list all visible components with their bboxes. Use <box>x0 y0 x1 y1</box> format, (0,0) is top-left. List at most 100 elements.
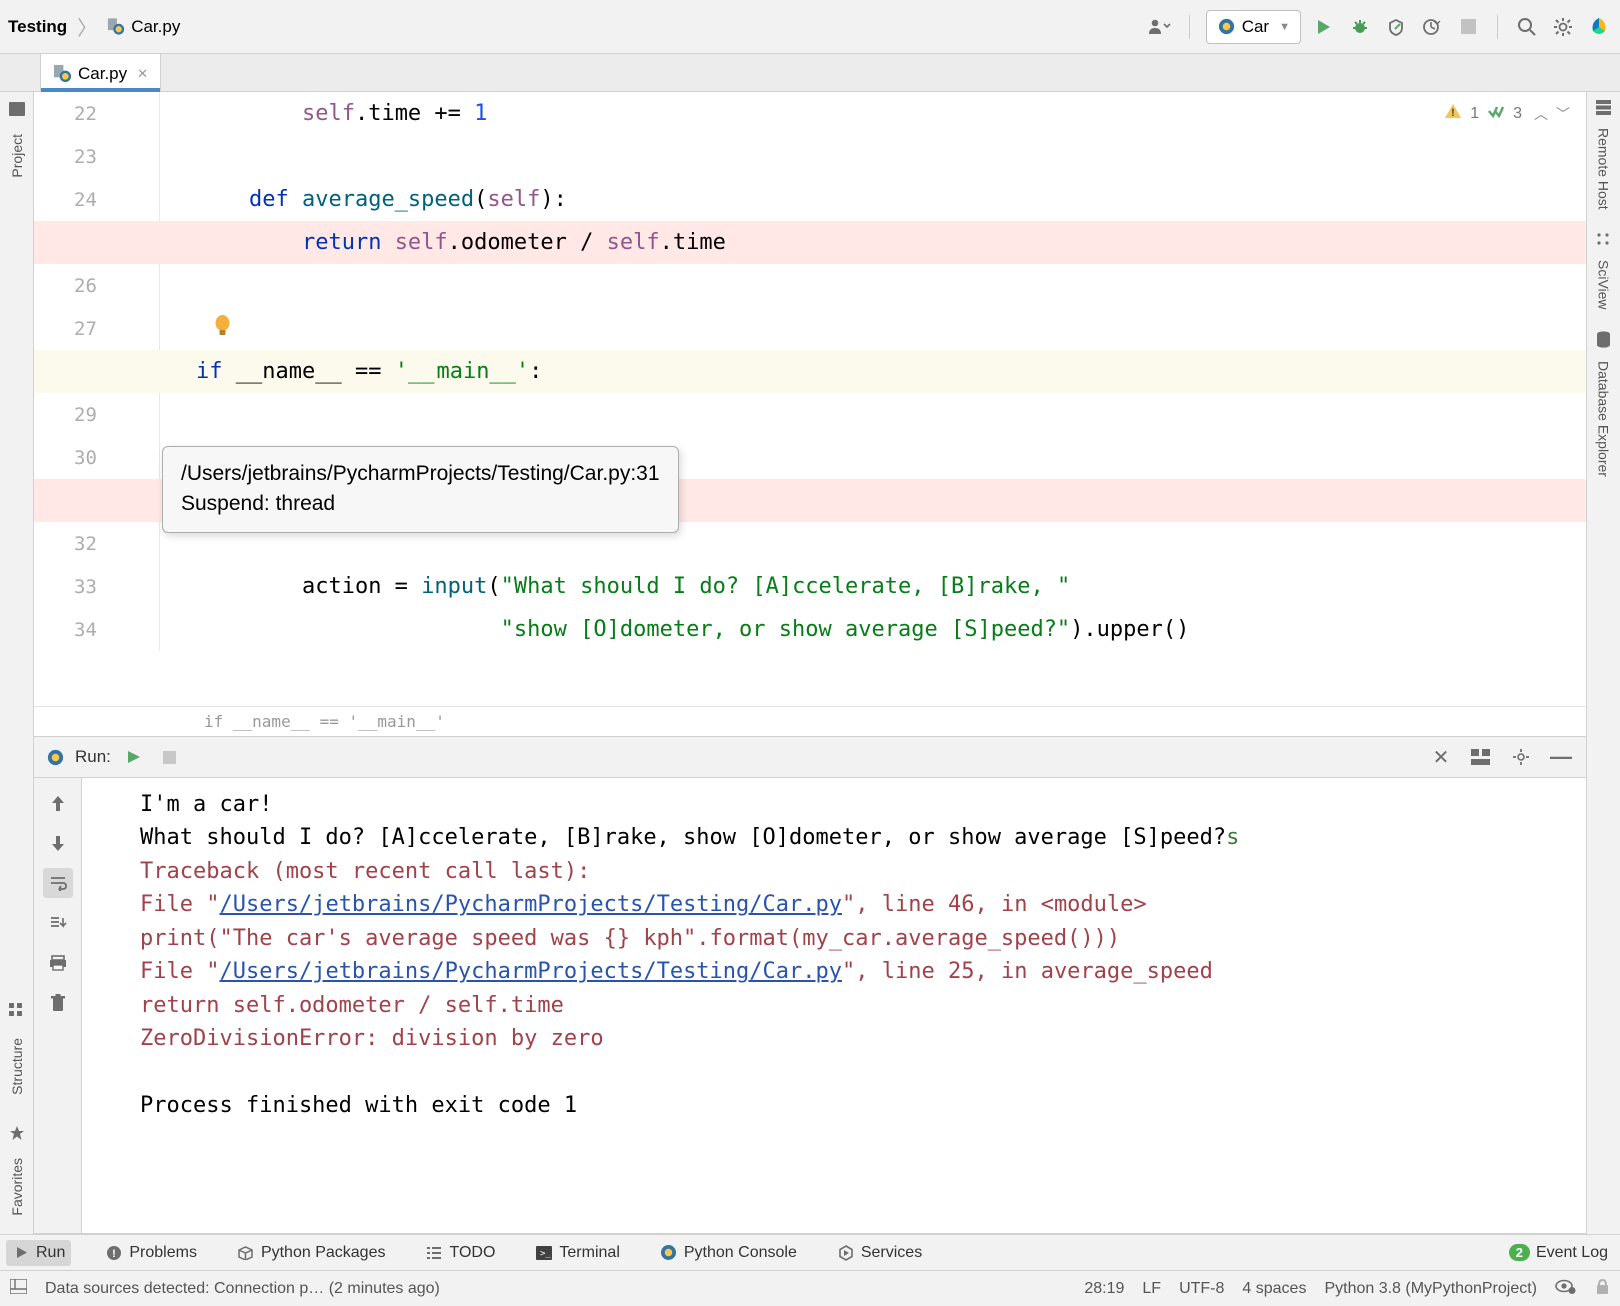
editor-tabs: Car.py ✕ <box>0 54 1620 92</box>
favorites-icon[interactable] <box>8 1124 26 1142</box>
run-configuration-dropdown[interactable]: Car ▼ <box>1206 10 1301 44</box>
close-icon[interactable]: ✕ <box>137 66 148 82</box>
lock-icon[interactable] <box>1595 1278 1610 1300</box>
stop-run-button[interactable] <box>157 744 183 770</box>
run-tool-body: I'm a car! What should I do? [A]ccelerat… <box>34 778 1586 1234</box>
sciview-icon[interactable] <box>1596 232 1611 250</box>
console-traceback: Traceback (most recent call last): <box>140 855 1570 888</box>
soft-wrap-icon[interactable] <box>43 868 73 898</box>
run-title: Run: <box>75 747 111 767</box>
run-icon <box>12 1244 30 1262</box>
run-tab[interactable]: Run <box>6 1240 71 1266</box>
console-line: File "/Users/jetbrains/PycharmProjects/T… <box>140 955 1570 988</box>
remote-host-tool-button[interactable]: Remote Host <box>1596 122 1612 216</box>
project-icon[interactable] <box>8 100 26 118</box>
line-separator[interactable]: LF <box>1142 1280 1161 1298</box>
status-bar: Data sources detected: Connection p… (2 … <box>0 1270 1620 1306</box>
console-line <box>140 1056 1570 1089</box>
python-file-icon <box>107 18 125 36</box>
sciview-tool-button[interactable]: SciView <box>1596 254 1612 316</box>
terminal-tab[interactable]: >_Terminal <box>529 1240 625 1266</box>
favorites-tool-button[interactable]: Favorites <box>9 1150 25 1224</box>
breadcrumb-code-text: if __name__ == '__main__' <box>204 712 445 731</box>
database-tool-button[interactable]: Database Explorer <box>1596 355 1612 483</box>
rerun-button[interactable] <box>121 744 147 770</box>
down-arrow-icon[interactable] <box>43 828 73 858</box>
separator <box>1189 15 1190 39</box>
code-area[interactable]: self.time += 1 def average_speed(self): … <box>196 92 1586 651</box>
trash-icon[interactable] <box>43 988 73 1018</box>
python-console-tab[interactable]: Python Console <box>654 1240 803 1266</box>
todo-icon <box>425 1244 443 1262</box>
print-icon[interactable] <box>43 948 73 978</box>
structure-icon[interactable] <box>8 1002 26 1020</box>
debug-button[interactable] <box>1347 14 1373 40</box>
console-line: I'm a car! <box>140 788 1570 821</box>
file-tab-car[interactable]: Car.py ✕ <box>40 53 161 91</box>
console-error: ZeroDivisionError: division by zero <box>140 1022 1570 1055</box>
terminal-icon: >_ <box>535 1244 553 1262</box>
console-output[interactable]: I'm a car! What should I do? [A]ccelerat… <box>82 778 1586 1233</box>
interpreter[interactable]: Python 3.8 (MyPythonProject) <box>1324 1280 1537 1298</box>
scroll-to-end-icon[interactable] <box>43 908 73 938</box>
coverage-button[interactable] <box>1383 14 1409 40</box>
search-icon[interactable] <box>1514 14 1540 40</box>
navigation-bar: Testing 〉 Car.py Car ▼ <box>0 0 1620 54</box>
encoding[interactable]: UTF-8 <box>1179 1280 1224 1298</box>
file-link[interactable]: /Users/jetbrains/PycharmProjects/Testing… <box>219 892 842 917</box>
minimize-panel-icon[interactable]: — <box>1548 744 1574 770</box>
profile-button[interactable] <box>1419 14 1445 40</box>
packages-icon <box>237 1244 255 1262</box>
python-console-icon <box>660 1244 678 1262</box>
settings-panel-icon[interactable] <box>1508 744 1534 770</box>
event-log-tab[interactable]: 2Event Log <box>1503 1240 1614 1266</box>
settings-icon[interactable] <box>1550 14 1576 40</box>
services-tab[interactable]: Services <box>831 1240 928 1266</box>
problems-tab[interactable]: !Problems <box>99 1240 203 1266</box>
event-badge: 2 <box>1509 1244 1530 1261</box>
chevron-down-icon: ▼ <box>1279 21 1290 33</box>
packages-tab[interactable]: Python Packages <box>231 1240 392 1266</box>
database-icon[interactable] <box>1596 331 1611 351</box>
remote-host-icon[interactable] <box>1596 100 1611 118</box>
breakpoint-tooltip: /Users/jetbrains/PycharmProjects/Testing… <box>162 446 679 533</box>
caret-position[interactable]: 28:19 <box>1084 1280 1124 1298</box>
status-message[interactable]: Data sources detected: Connection p… (2 … <box>45 1280 440 1298</box>
tooltip-path: /Users/jetbrains/PycharmProjects/Testing… <box>181 459 660 489</box>
run-tool-header: Run: ✕ — <box>34 736 1586 778</box>
up-arrow-icon[interactable] <box>43 788 73 818</box>
console-line: What should I do? [A]ccelerate, [B]rake,… <box>140 821 1570 854</box>
console-line: return self.odometer / self.time <box>140 989 1570 1022</box>
editor-breadcrumb[interactable]: if __name__ == '__main__' <box>34 706 1586 736</box>
file-link[interactable]: /Users/jetbrains/PycharmProjects/Testing… <box>219 959 842 984</box>
inspection-eye-icon[interactable] <box>1555 1278 1577 1299</box>
svg-text:>_: >_ <box>540 1249 551 1259</box>
tooltip-suspend: Suspend: thread <box>181 489 660 519</box>
left-tool-stripe: Project Structure Favorites <box>0 92 34 1234</box>
project-tool-button[interactable]: Project <box>9 126 25 186</box>
services-icon <box>837 1244 855 1262</box>
close-panel-icon[interactable]: ✕ <box>1428 744 1454 770</box>
tool-windows-icon[interactable] <box>10 1279 27 1299</box>
editor-pane: ! 1 3 ︿ ﹀ 22 23 24 25 26 27 28▶ 29 30 31 <box>34 92 1586 1234</box>
breadcrumb-file[interactable]: Car.py <box>131 17 180 37</box>
chevron-right-icon: 〉 <box>77 12 97 41</box>
svg-text:!: ! <box>113 1248 117 1260</box>
todo-tab[interactable]: TODO <box>419 1240 501 1266</box>
user-dropdown[interactable] <box>1147 14 1173 40</box>
breadcrumb[interactable]: Testing 〉 Car.py <box>8 12 180 41</box>
separator <box>1497 15 1498 39</box>
jetbrains-icon[interactable] <box>1586 14 1612 40</box>
run-button[interactable] <box>1311 14 1337 40</box>
structure-tool-button[interactable]: Structure <box>9 1030 25 1103</box>
stop-button[interactable] <box>1455 14 1481 40</box>
code-editor[interactable]: ! 1 3 ︿ ﹀ 22 23 24 25 26 27 28▶ 29 30 31 <box>34 92 1586 706</box>
breadcrumb-project[interactable]: Testing <box>8 17 67 37</box>
layout-icon[interactable] <box>1468 744 1494 770</box>
run-config-label: Car <box>1242 17 1269 37</box>
indent-setting[interactable]: 4 spaces <box>1242 1280 1306 1298</box>
console-line: print("The car's average speed was {} kp… <box>140 922 1570 955</box>
problems-icon: ! <box>105 1244 123 1262</box>
bottom-tool-stripe: Run !Problems Python Packages TODO >_Ter… <box>0 1234 1620 1270</box>
console-line: File "/Users/jetbrains/PycharmProjects/T… <box>140 888 1570 921</box>
